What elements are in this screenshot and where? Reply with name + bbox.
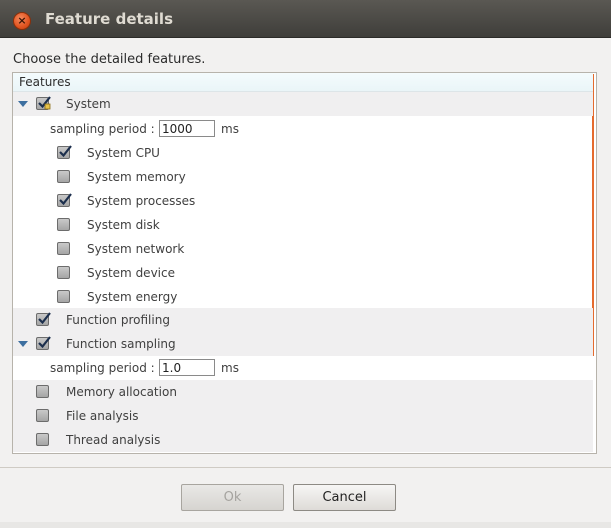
tree-row-thread-analysis[interactable]: Thread analysis bbox=[13, 428, 593, 452]
instruction-text: Choose the detailed features. bbox=[13, 52, 206, 67]
tree-row-label: System bbox=[66, 97, 111, 111]
expander-down-icon[interactable] bbox=[18, 101, 28, 107]
system-memory-checkbox[interactable] bbox=[57, 170, 70, 183]
tree-row-system-network[interactable]: System network bbox=[13, 237, 593, 261]
sampling-period-row: sampling period : ms bbox=[13, 117, 593, 141]
tree-row-label: File analysis bbox=[66, 409, 139, 423]
expander-down-icon[interactable] bbox=[18, 341, 28, 347]
tree-row-system-memory[interactable]: System memory bbox=[13, 165, 593, 189]
memory-allocation-checkbox[interactable] bbox=[36, 385, 49, 398]
tree-row-label: System energy bbox=[87, 290, 178, 304]
system-cpu-checkbox[interactable] bbox=[57, 145, 72, 159]
system-sampling-period-input[interactable] bbox=[159, 120, 215, 137]
tree-row-label: Function profiling bbox=[66, 313, 170, 327]
system-network-checkbox[interactable] bbox=[57, 242, 70, 255]
unit-label: ms bbox=[221, 361, 239, 375]
features-column-header: Features bbox=[13, 73, 593, 92]
function-sampling-checkbox[interactable] bbox=[36, 336, 51, 350]
ok-button[interactable]: Ok bbox=[181, 484, 284, 511]
tree-row-system-processes[interactable]: System processes bbox=[13, 189, 593, 213]
tree-row-label: Function sampling bbox=[66, 337, 176, 351]
tree-row-system-disk[interactable]: System disk bbox=[13, 213, 593, 237]
thread-analysis-checkbox[interactable] bbox=[36, 433, 49, 446]
tree-row-system-cpu[interactable]: System CPU bbox=[13, 141, 593, 165]
tree-row-system[interactable]: System bbox=[13, 92, 593, 116]
tree-row-system-energy[interactable]: System energy bbox=[13, 285, 593, 309]
tree-row-label: System memory bbox=[87, 170, 186, 184]
sampling-period-label: sampling period : bbox=[50, 361, 155, 375]
tree-row-label: System disk bbox=[87, 218, 160, 232]
tree-row-function-profiling[interactable]: Function profiling bbox=[13, 308, 593, 332]
file-analysis-checkbox[interactable] bbox=[36, 409, 49, 422]
unit-label: ms bbox=[221, 122, 239, 136]
tree-row-function-sampling[interactable]: Function sampling bbox=[13, 332, 593, 356]
sampling-period-row: sampling period : ms bbox=[13, 356, 593, 380]
tree-row-label: System device bbox=[87, 266, 175, 280]
cancel-button[interactable]: Cancel bbox=[293, 484, 396, 511]
tree-row-system-device[interactable]: System device bbox=[13, 261, 593, 285]
function-profiling-checkbox[interactable] bbox=[36, 312, 51, 326]
title-bar: × Feature details bbox=[0, 0, 611, 38]
window-title: Feature details bbox=[45, 10, 173, 28]
system-processes-checkbox[interactable] bbox=[57, 193, 72, 207]
close-icon[interactable]: × bbox=[13, 12, 31, 30]
tree-row-label: System CPU bbox=[87, 146, 160, 160]
tree-row-label: Memory allocation bbox=[66, 385, 177, 399]
system-energy-checkbox[interactable] bbox=[57, 290, 70, 303]
window-bottom-edge bbox=[0, 522, 611, 528]
system-disk-checkbox[interactable] bbox=[57, 218, 70, 231]
tree-row-label: System processes bbox=[87, 194, 196, 208]
tree-row-memory-allocation[interactable]: Memory allocation bbox=[13, 380, 593, 404]
tree-row-label: System network bbox=[87, 242, 185, 256]
system-checkbox[interactable] bbox=[36, 96, 51, 110]
sampling-period-label: sampling period : bbox=[50, 122, 155, 136]
function-sampling-period-input[interactable] bbox=[159, 359, 215, 376]
system-device-checkbox[interactable] bbox=[57, 266, 70, 279]
tree-row-label: Thread analysis bbox=[66, 433, 161, 447]
footer-separator bbox=[0, 467, 611, 468]
tree-row-file-analysis[interactable]: File analysis bbox=[13, 404, 593, 428]
features-tree[interactable]: Features System sampling period : ms Sys… bbox=[12, 72, 597, 454]
